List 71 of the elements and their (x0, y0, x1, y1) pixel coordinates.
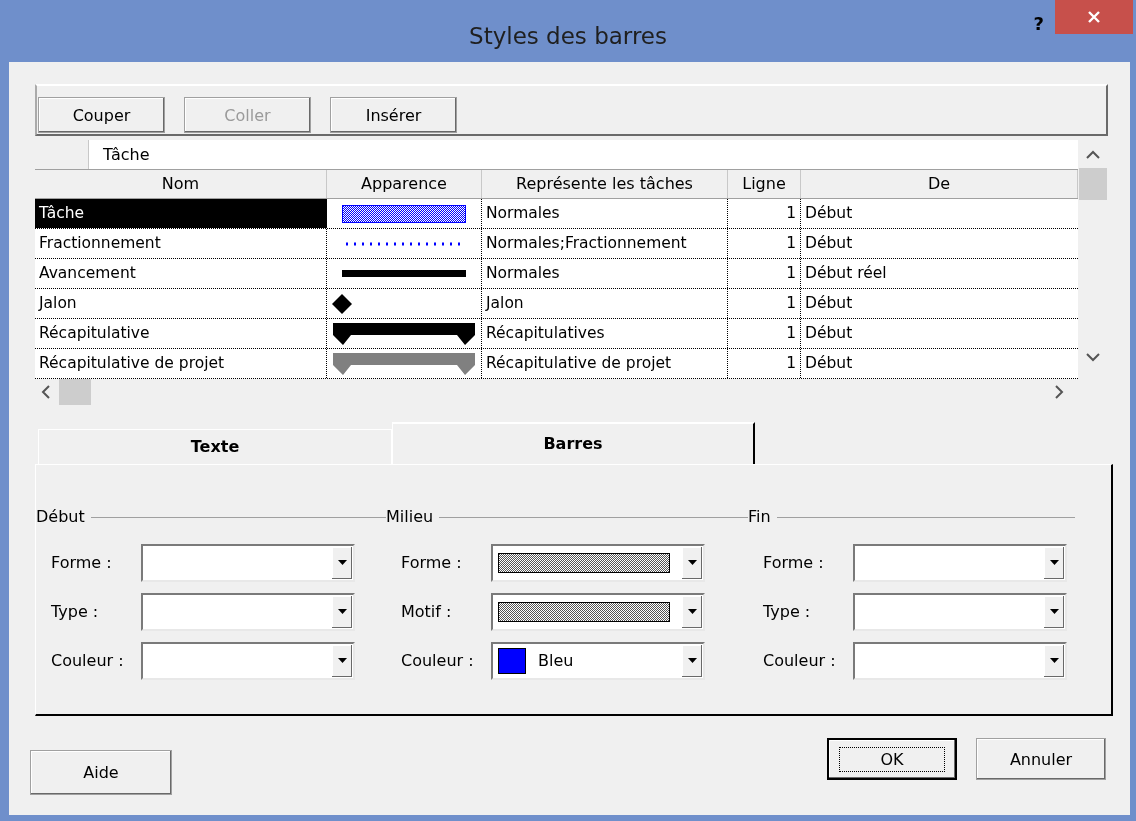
column-header[interactable]: Nom (35, 170, 327, 198)
table-cell: 1 (728, 199, 801, 228)
dropdown-arrow-icon[interactable] (1049, 609, 1059, 614)
toolbar-button[interactable]: Couper (38, 97, 165, 133)
cancel-button[interactable]: Annuler (976, 738, 1106, 780)
pattern-swatch-icon (498, 552, 670, 573)
scroll-right-icon[interactable] (1054, 385, 1064, 399)
table-cell-text: Début (804, 293, 854, 314)
table-cell: Normales;Fractionnement (482, 229, 728, 258)
table-cell: 1 (728, 289, 801, 318)
scroll-left-icon[interactable] (41, 385, 51, 399)
dropdown-arrow-icon[interactable] (687, 609, 697, 614)
help-dialog-button[interactable]: Aide (30, 750, 172, 795)
group-title: Début (36, 507, 85, 526)
column-header[interactable]: Apparence (327, 170, 482, 198)
close-icon (1087, 10, 1101, 24)
dropdown[interactable]: Bleu (491, 641, 705, 680)
field-label: Couleur : (401, 651, 475, 670)
table-cell: 1 (728, 259, 801, 288)
table-cell-text: Début (804, 323, 854, 344)
table-cell-text: Début (804, 203, 854, 224)
table-cell: Récapitulative de projet (482, 349, 728, 378)
field-label: Forme : (51, 553, 113, 572)
dropdown-arrow-icon[interactable] (337, 658, 347, 663)
field-label: Forme : (401, 553, 463, 572)
table-cell[interactable]: Fractionnement (35, 229, 327, 258)
table-cell[interactable]: Récapitulative de projet (35, 349, 327, 378)
tab[interactable]: Barres (392, 422, 755, 464)
dropdown-arrow-icon[interactable] (337, 560, 347, 565)
table-cell-text: Début (804, 233, 854, 254)
group-title: Fin (748, 507, 771, 526)
table-cell: Normales (482, 199, 728, 228)
toolbar-button[interactable]: Insérer (330, 97, 457, 133)
scroll-down-icon[interactable] (1086, 352, 1100, 362)
column-header[interactable]: Représente les tâches (482, 170, 728, 198)
pattern-swatch-icon (498, 601, 670, 622)
scroll-up-icon[interactable] (1086, 150, 1100, 160)
field-label: Type : (51, 602, 100, 621)
table-cell-text: Début (804, 353, 854, 374)
field-label: Couleur : (763, 651, 837, 670)
field-label: Type : (763, 602, 812, 621)
column-header[interactable]: Ligne (728, 170, 801, 198)
table-cell[interactable]: Avancement (35, 259, 327, 288)
table-cell[interactable]: Tâche (35, 199, 327, 228)
scroll-thumb[interactable] (1079, 168, 1107, 200)
table-cell: Récapitulatives (482, 319, 728, 348)
dropdown[interactable] (491, 592, 705, 631)
dropdown-arrow-icon[interactable] (1049, 560, 1059, 565)
table-cell: Jalon (482, 289, 728, 318)
dropdown-arrow-icon[interactable] (337, 609, 347, 614)
ok-button[interactable]: OK (827, 738, 957, 780)
tab[interactable]: Texte (38, 429, 392, 464)
table-cell[interactable]: Récapitulative (35, 319, 327, 348)
dropdown-arrow-icon[interactable] (1049, 658, 1059, 663)
table-cell: 1 (728, 349, 801, 378)
dropdown[interactable] (491, 543, 705, 582)
field-label: Motif : (401, 602, 453, 621)
group-title: Milieu (386, 507, 434, 526)
window-title: Styles des barres (469, 23, 667, 49)
help-button[interactable]: ? (1027, 12, 1050, 35)
dropdown-arrow-icon[interactable] (687, 658, 697, 663)
table-cell: Normales (482, 259, 728, 288)
table-cell-text: Début réel (804, 263, 888, 284)
dropdown-arrow-icon[interactable] (687, 560, 697, 565)
field-label: Couleur : (51, 651, 125, 670)
table-cell: 1 (728, 319, 801, 348)
table-cell[interactable]: Jalon (35, 289, 327, 318)
cell-edit-field[interactable]: Tâche (89, 140, 1078, 169)
field-label: Forme : (763, 553, 825, 572)
table-cell: 1 (728, 229, 801, 258)
scroll-thumb[interactable] (59, 379, 91, 405)
